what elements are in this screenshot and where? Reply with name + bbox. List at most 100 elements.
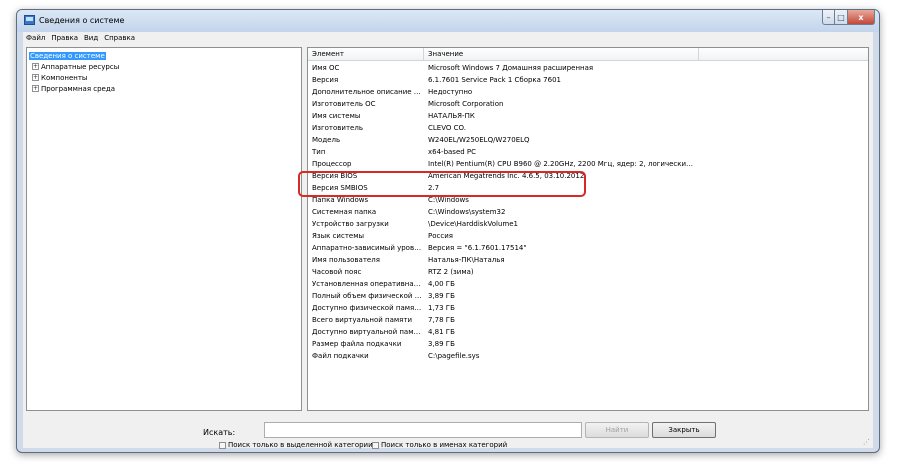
row-item-value: 1,73 ГБ (428, 304, 455, 312)
row-item-name: Доступно физической памяти (312, 304, 422, 312)
system-info-window: Сведения о системе – □ x Файл Правка Вид… (16, 9, 880, 453)
tree-item-hardware-resources[interactable]: + Аппаратные ресурсы (29, 61, 119, 72)
maximize-button[interactable]: □ (835, 10, 848, 25)
row-item-value: 7,78 ГБ (428, 316, 455, 324)
list-header: Элемент Значение (308, 48, 868, 61)
table-row[interactable]: Имя системы НАТАЛЬЯ-ПК (308, 110, 868, 122)
menu-view[interactable]: Вид (81, 34, 101, 42)
row-item-name: Имя ОС (312, 64, 340, 72)
table-row[interactable]: Полный объем физической па... 3,89 ГБ (308, 290, 868, 302)
row-item-value: CLEVO CO. (428, 124, 466, 132)
row-item-value: W240EL/W250ELQ/W270ELQ (428, 136, 530, 144)
menu-edit[interactable]: Правка (48, 34, 81, 42)
row-item-name: Версия (312, 76, 339, 84)
resize-grip-icon[interactable]: ⋰ (863, 438, 871, 446)
table-row[interactable]: Изготовитель ОС Microsoft Corporation (308, 98, 868, 110)
table-row[interactable]: Модель W240EL/W250ELQ/W270ELQ (308, 134, 868, 146)
row-item-name: Часовой пояс (312, 268, 362, 276)
table-row[interactable]: Процессор Intel(R) Pentium(R) CPU B960 @ … (308, 158, 868, 170)
row-item-value: x64-based PC (428, 148, 477, 156)
table-row[interactable]: Размер файла подкачки 3,89 ГБ (308, 338, 868, 350)
search-selected-category-option[interactable]: Поиск только в выделенной категории (219, 441, 373, 449)
column-header-value[interactable]: Значение (428, 50, 463, 58)
find-button[interactable]: Найти (585, 422, 649, 438)
expand-icon[interactable]: + (32, 74, 39, 81)
title-bar[interactable]: Сведения о системе – □ x (17, 10, 879, 32)
row-item-name: Файл подкачки (312, 352, 369, 360)
table-row[interactable]: Часовой пояс RTZ 2 (зима) (308, 266, 868, 278)
search-selected-category-checkbox[interactable] (219, 441, 226, 449)
row-item-name: Всего виртуальной памяти (312, 316, 412, 324)
checkbox-label: Поиск только в именах категорий (381, 441, 508, 449)
row-item-name: Дополнительное описание ОС (312, 88, 422, 96)
expand-icon[interactable]: + (32, 63, 39, 70)
table-row[interactable]: Установленная оперативная п... 4,00 ГБ (308, 278, 868, 290)
table-row[interactable]: Язык системы Россия (308, 230, 868, 242)
row-item-value: Intel(R) Pentium(R) CPU B960 @ 2.20GHz, … (428, 160, 696, 168)
row-item-name: Установленная оперативная п... (312, 280, 422, 288)
client-area: Сведения о системе + Аппаратные ресурсы … (23, 44, 873, 449)
menu-help[interactable]: Справка (101, 34, 138, 42)
menu-bar: Файл Правка Вид Справка (23, 32, 873, 44)
tree-item-label: Программная среда (41, 84, 115, 93)
table-row[interactable]: Доступно виртуальной памяти 4,81 ГБ (308, 326, 868, 338)
row-item-name: Процессор (312, 160, 352, 168)
table-row[interactable]: Аппаратно-зависимый уровен... Версия = "6… (308, 242, 868, 254)
category-tree[interactable]: Сведения о системе + Аппаратные ресурсы … (26, 47, 302, 411)
row-item-value: НАТАЛЬЯ-ПК (428, 112, 475, 120)
window-title: Сведения о системе (39, 16, 125, 25)
row-item-value: C:\Windows (428, 196, 469, 204)
table-row[interactable]: Изготовитель CLEVO CO. (308, 122, 868, 134)
search-category-names-checkbox[interactable] (372, 441, 379, 449)
row-item-value: Недоступно (428, 88, 473, 96)
row-item-name: Имя пользователя (312, 256, 380, 264)
checkbox-label: Поиск только в выделенной категории (228, 441, 373, 449)
row-item-value: 6.1.7601 Service Pack 1 Сборка 7601 (428, 76, 561, 84)
expand-icon[interactable]: + (32, 85, 39, 92)
row-item-name: Доступно виртуальной памяти (312, 328, 422, 336)
row-item-name: Системная папка (312, 208, 377, 216)
tree-item-system-summary[interactable]: Сведения о системе (29, 50, 106, 61)
row-item-name: Полный объем физической па... (312, 292, 422, 300)
table-row[interactable]: Дополнительное описание ОС Недоступно (308, 86, 868, 98)
row-item-value: Версия = "6.1.7601.17514" (428, 244, 527, 252)
details-list[interactable]: Элемент Значение Имя ОС Microsoft Windows… (307, 47, 869, 411)
table-row[interactable]: Системная папка C:\Windows\system32 (308, 206, 868, 218)
table-row[interactable]: Устройство загрузки \Device\HarddiskVolum… (308, 218, 868, 230)
row-item-name: Папка Windows (312, 196, 369, 204)
row-item-name: Модель (312, 136, 341, 144)
table-row[interactable]: Имя ОС Microsoft Windows 7 Домашняя расши… (308, 62, 868, 74)
row-item-name: Размер файла подкачки (312, 340, 402, 348)
row-item-value: Наталья-ПК\Наталья (428, 256, 505, 264)
row-item-value: 3,89 ГБ (428, 340, 455, 348)
close-window-button[interactable]: x (848, 10, 875, 25)
column-divider[interactable] (423, 48, 424, 60)
row-item-value: C:\Windows\system32 (428, 208, 506, 216)
row-item-name: Тип (312, 148, 326, 156)
row-item-value: 4,00 ГБ (428, 280, 455, 288)
row-item-value: RTZ 2 (зима) (428, 268, 474, 276)
close-button[interactable]: Закрыть (652, 422, 716, 438)
row-item-value: \Device\HarddiskVolume1 (428, 220, 518, 228)
tree-item-components[interactable]: + Компоненты (29, 72, 87, 83)
column-header-item[interactable]: Элемент (312, 50, 344, 58)
table-row[interactable]: Имя пользователя Наталья-ПК\Наталья (308, 254, 868, 266)
column-divider[interactable] (698, 48, 699, 60)
search-input[interactable] (264, 422, 582, 438)
table-row[interactable]: Тип x64-based PC (308, 146, 868, 158)
window-controls: – □ x (822, 10, 875, 26)
menu-file[interactable]: Файл (23, 34, 48, 42)
tree-item-label: Аппаратные ресурсы (41, 62, 120, 71)
table-row[interactable]: Всего виртуальной памяти 7,78 ГБ (308, 314, 868, 326)
search-category-names-option[interactable]: Поиск только в именах категорий (372, 441, 507, 449)
table-row[interactable]: Доступно физической памяти 1,73 ГБ (308, 302, 868, 314)
table-row[interactable]: Версия 6.1.7601 Service Pack 1 Сборка 760… (308, 74, 868, 86)
row-item-value: Microsoft Corporation (428, 100, 504, 108)
row-item-name: Язык системы (312, 232, 365, 240)
search-label: Искать: (203, 428, 236, 437)
tree-item-label: Компоненты (41, 73, 88, 82)
table-row[interactable]: Файл подкачки C:\pagefile.sys (308, 350, 868, 362)
tree-item-software-environment[interactable]: + Программная среда (29, 83, 115, 94)
minimize-button[interactable]: – (822, 10, 835, 25)
row-item-name: Аппаратно-зависимый уровен... (312, 244, 422, 252)
